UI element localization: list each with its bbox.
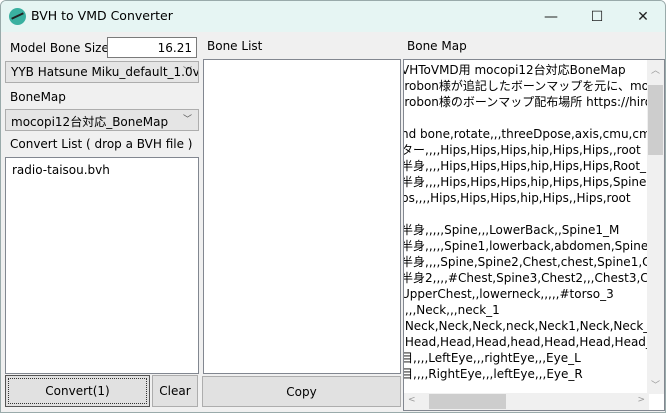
model-bone-size-label: Model Bone Size	[10, 41, 109, 55]
bone-map-line: 目,,,,RightEye,,,leftEye,,,Eye_R	[403, 367, 583, 381]
bone-map-line	[404, 206, 648, 222]
bone-map-line: ps,,,,Hips,Hips,Hips,hip,Hips,,Hips,root	[403, 191, 631, 205]
scroll-down-icon[interactable]: ﹀	[651, 378, 660, 391]
bone-map-line: 半身,,,,,Spine1,lowerback,abdomen,Spine,Ch…	[403, 239, 648, 253]
bone-map-text: VHToVMD用 mocopi12台対応BoneMap irobon様が追記したボ…	[403, 62, 648, 382]
horizontal-scrollbar[interactable]: < >	[404, 393, 649, 410]
bonemap-select[interactable]: mocopi12台対応_BoneMap ﹀	[5, 109, 199, 131]
bone-map-line: irobon様が追記したボーンマップを元に、mocopi12	[403, 79, 648, 93]
convert-list[interactable]: radio-taisou.bvh	[5, 157, 199, 374]
chevron-down-icon: ﹀	[182, 115, 192, 125]
model-select-value: YYB Hatsune Miku_default_1.0ver	[11, 65, 199, 79]
vertical-scroll-thumb[interactable]	[648, 85, 663, 155]
maximize-button[interactable]: ☐	[574, 1, 620, 32]
bone-map-line: ,,,,Neck,,,neck_1	[403, 303, 500, 317]
bone-map-line: 目,,,,LeftEye,,,rightEye,,,Eye_L	[403, 351, 581, 365]
copy-button[interactable]: Copy	[202, 376, 401, 407]
convert-button[interactable]: Convert(1)	[5, 375, 150, 407]
bone-map-line: VHToVMD用 mocopi12台対応BoneMap	[403, 63, 626, 77]
bonemap-select-value: mocopi12台対応_BoneMap	[11, 115, 169, 129]
app-icon	[9, 8, 26, 25]
horizontal-scroll-thumb[interactable]	[429, 394, 506, 409]
scroll-left-icon[interactable]: <	[408, 395, 416, 405]
bone-map-line	[404, 110, 648, 126]
bone-map-line: 半身,,,,,Spine,,,LowerBack,,Spine1_M	[403, 223, 620, 237]
bone-map-line: ,Head,Head,Head,head,Head,Head,Head_M,he	[403, 335, 648, 349]
clear-button[interactable]: Clear	[152, 375, 198, 407]
bone-map-line: nd bone,rotate,,,threeDpose,axis,cmu,cmu…	[404, 127, 648, 141]
chevron-down-icon: ﹀	[182, 67, 192, 77]
list-item[interactable]: radio-taisou.bvh	[12, 163, 110, 177]
model-bone-size-input[interactable]: 16.21	[107, 37, 197, 58]
bone-map-line: 半身,,,,Hips,Hips,Hips,hip,Hips,Hips,Root_…	[403, 159, 648, 173]
bone-list-label: Bone List	[207, 39, 263, 53]
title-bar: BVH to VMD Converter — ☐ ✕	[1, 1, 665, 32]
bone-map-line: ター,,,,Hips,Hips,Hips,hip,Hips,Hips,,root	[403, 143, 641, 157]
bone-map-line: UpperChest,,lowerneck,,,,,#torso_3	[403, 287, 614, 301]
minimize-button[interactable]: —	[528, 1, 574, 32]
scroll-right-icon[interactable]: >	[637, 395, 645, 405]
bonemap-label: BoneMap	[10, 90, 66, 104]
bone-map-line: irobon様のボーンマップ配布場所 https://hirobon	[403, 95, 648, 109]
bone-map-line: 半身,,,,Spine,Spine2,Chest,chest,Spine1,Ch…	[403, 255, 648, 269]
bone-map-line: 半身,,,,Hips,Hips,Hips,hip,Hips,Hips,Spine…	[403, 175, 648, 189]
bone-map-label: Bone Map	[407, 39, 467, 53]
main-window: BVH to VMD Converter — ☐ ✕ Model Bone Si…	[0, 0, 666, 413]
bone-map-textarea[interactable]: VHToVMD用 mocopi12台対応BoneMap irobon様が追記したボ…	[403, 59, 665, 411]
window-title: BVH to VMD Converter	[31, 8, 173, 23]
vertical-scrollbar[interactable]: ︿ ﹀	[647, 60, 664, 394]
convert-list-label: Convert List ( drop a BVH file )	[10, 137, 193, 151]
bone-map-line: ,Neck,Neck,Neck,neck,Neck1,Neck,Neck_M,#…	[403, 319, 648, 333]
close-button[interactable]: ✕	[620, 1, 665, 32]
bone-list[interactable]	[203, 59, 401, 374]
model-select[interactable]: YYB Hatsune Miku_default_1.0ver ﹀	[5, 61, 199, 83]
bone-map-line: 半身2,,,,#Chest,Spine3,Chest2,,,Chest3,Che…	[403, 271, 648, 285]
scroll-up-icon[interactable]: ︿	[651, 63, 660, 76]
